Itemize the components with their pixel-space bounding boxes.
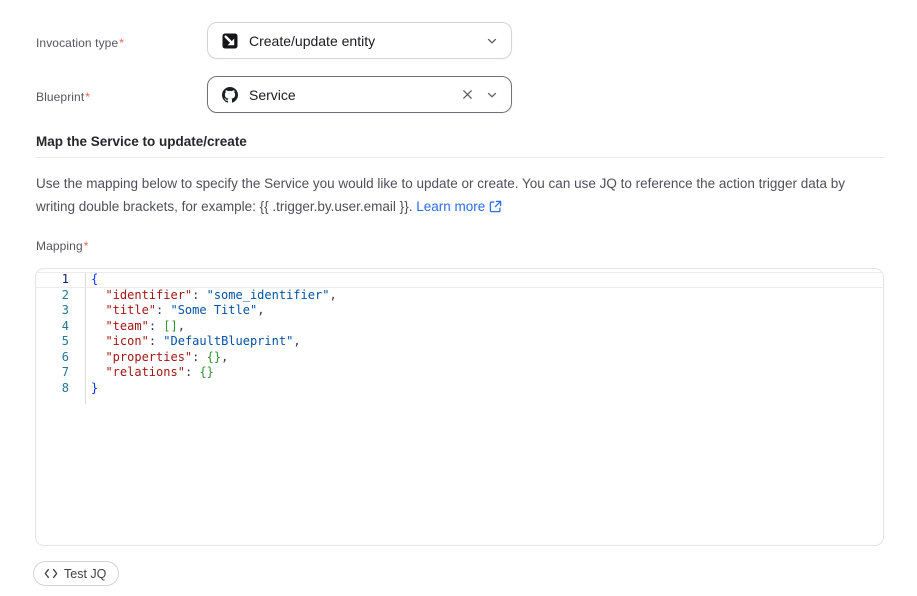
editor-line: 8} xyxy=(36,381,883,397)
line-number: 5 xyxy=(36,334,69,350)
mapping-editor[interactable]: 1{2 "identifier": "some_identifier",3 "t… xyxy=(35,268,884,546)
line-number: 6 xyxy=(36,350,69,366)
editor-line: 7 "relations": {} xyxy=(36,365,883,381)
external-link-icon xyxy=(489,200,502,213)
chevron-down-icon xyxy=(485,34,499,48)
editor-line: 6 "properties": {}, xyxy=(36,350,883,366)
github-icon xyxy=(222,87,238,103)
invocation-type-select[interactable]: Create/update entity xyxy=(207,22,512,59)
section-divider xyxy=(36,157,884,158)
invocation-type-label: Invocation type* xyxy=(36,36,124,50)
section-description: Use the mapping below to specify the Ser… xyxy=(36,172,876,218)
line-number: 4 xyxy=(36,319,69,335)
editor-line: 1{ xyxy=(36,272,883,288)
required-asterisk: * xyxy=(119,36,124,50)
editor-line: 5 "icon": "DefaultBlueprint", xyxy=(36,334,883,350)
test-jq-button[interactable]: Test JQ xyxy=(33,561,119,586)
section-heading: Map the Service to update/create xyxy=(36,134,247,149)
required-asterisk: * xyxy=(85,90,90,104)
required-asterisk: * xyxy=(84,239,89,253)
line-number: 7 xyxy=(36,365,69,381)
test-jq-label: Test JQ xyxy=(64,567,106,581)
mapping-editor-lines: 1{2 "identifier": "some_identifier",3 "t… xyxy=(36,272,883,396)
invocation-type-value: Create/update entity xyxy=(249,33,475,49)
line-number: 1 xyxy=(36,272,69,288)
editor-line: 3 "title": "Some Title", xyxy=(36,303,883,319)
editor-line: 4 "team": [], xyxy=(36,319,883,335)
chevron-down-icon xyxy=(485,88,499,102)
editor-line: 2 "identifier": "some_identifier", xyxy=(36,288,883,304)
line-number: 2 xyxy=(36,288,69,304)
blueprint-select[interactable]: Service xyxy=(207,76,512,113)
clear-icon[interactable] xyxy=(459,87,475,103)
learn-more-link[interactable]: Learn more xyxy=(416,199,502,214)
entity-icon xyxy=(222,33,238,49)
blueprint-value: Service xyxy=(249,87,459,103)
blueprint-label: Blueprint* xyxy=(36,90,90,104)
mapping-label: Mapping* xyxy=(36,239,89,253)
line-number: 3 xyxy=(36,303,69,319)
code-icon xyxy=(44,568,58,579)
line-number: 8 xyxy=(36,381,69,397)
